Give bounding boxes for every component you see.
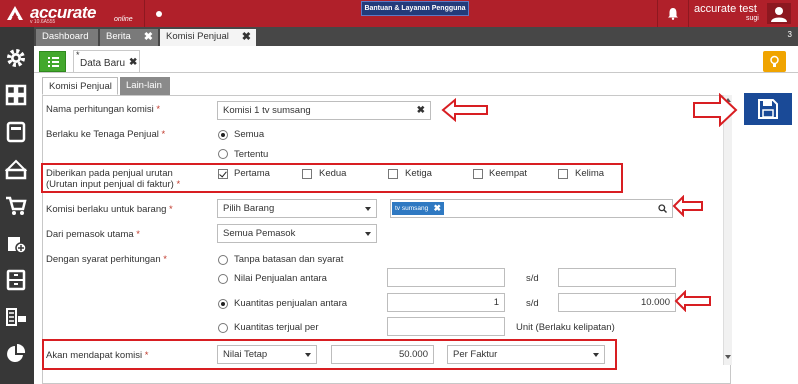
sd-label: s/d: [526, 273, 539, 284]
radio-kuantitas-penjualan[interactable]: [218, 299, 228, 309]
pemasok-label: Dari pemasok utama *: [46, 229, 140, 240]
kuantitas-to-input[interactable]: 10.000: [558, 293, 676, 312]
user-sub: sugi: [746, 15, 759, 22]
list-icon: [48, 57, 59, 67]
divider: [657, 0, 658, 27]
inventory-add-icon[interactable]: [5, 232, 27, 254]
scrollbar[interactable]: [723, 95, 732, 365]
tab-label: Berita: [106, 31, 131, 42]
top-bar: accurate online v 10.6A555 Bantuan & Lay…: [0, 0, 798, 27]
radio-tertentu[interactable]: [218, 149, 228, 159]
annotation-arrow-left: [672, 195, 703, 217]
tab-label: Komisi Penjual: [166, 31, 229, 42]
radio-label: Tertentu: [234, 149, 269, 160]
unit-label: Unit (Berlaku kelipatan): [516, 322, 615, 333]
tab-berita[interactable]: Berita ✖: [100, 29, 158, 46]
report-pie-icon[interactable]: [5, 343, 27, 365]
barang-select[interactable]: Pilih Barang: [217, 199, 377, 218]
radio-tanpa-batasan[interactable]: [218, 255, 228, 265]
barang-label: Komisi berlaku untuk barang *: [46, 204, 173, 215]
radio-label: Nilai Penjualan antara: [234, 273, 327, 284]
logo-sub-text: online: [114, 16, 133, 23]
form-panel: Nama perhitungan komisi * Komisi 1 tv su…: [41, 95, 731, 384]
dashboard-grid-icon[interactable]: [5, 84, 27, 106]
barang-select-value: Pilih Barang: [223, 203, 275, 214]
annotation-arrow-left: [441, 98, 488, 122]
subtab-lain-lain[interactable]: Lain-lain: [120, 77, 170, 95]
module-tab-bar: Dashboard Berita ✖ Komisi Penjual ✖ 3: [34, 27, 798, 46]
chevron-down-icon: [365, 207, 371, 211]
lightbulb-icon: [770, 55, 779, 67]
annotation-box: [41, 163, 623, 193]
nama-input[interactable]: Komisi 1 tv sumsang ✖: [217, 101, 431, 120]
chip-label: tv sumsang: [395, 205, 429, 212]
tab-close-icon[interactable]: ✖: [242, 29, 251, 45]
save-icon: [758, 99, 778, 119]
cash-register-icon[interactable]: [5, 158, 27, 180]
berlaku-label: Berlaku ke Tenaga Penjual *: [46, 129, 166, 140]
tab-label: Dashboard: [42, 31, 89, 42]
accurate-logo-icon: [7, 6, 23, 20]
tab-count[interactable]: 3: [788, 30, 792, 39]
annotation-box: [42, 339, 617, 370]
tips-button[interactable]: [763, 51, 786, 72]
list-view-button[interactable]: [39, 51, 66, 72]
archive-icon[interactable]: [5, 269, 27, 291]
radio-label: Kuantitas terjual per: [234, 322, 319, 333]
radio-label: Kuantitas penjualan antara: [234, 298, 348, 309]
radio-label: Semua: [234, 129, 265, 140]
divider: [688, 0, 689, 27]
barang-chip[interactable]: tv sumsang ✖: [392, 202, 444, 215]
sd-label: s/d: [526, 298, 539, 309]
tab-dashboard[interactable]: Dashboard: [36, 29, 98, 46]
pemasok-select[interactable]: Semua Pemasok: [217, 224, 377, 243]
radio-semua[interactable]: [218, 130, 228, 140]
user-name[interactable]: accurate test: [694, 3, 757, 15]
radio-label: Tanpa batasan dan syarat: [234, 254, 344, 265]
annotation-arrow-left: [674, 290, 711, 312]
status-dot-icon: [156, 11, 162, 17]
clear-icon[interactable]: ✖: [417, 102, 425, 119]
kuantitas-per-input[interactable]: [387, 317, 505, 336]
version-text: v 10.6A555: [30, 19, 56, 25]
document-close-icon[interactable]: ✖: [129, 57, 137, 68]
syarat-label: Dengan syarat perhitungan *: [46, 254, 167, 265]
user-avatar-icon[interactable]: [767, 3, 791, 24]
nama-label: Nama perhitungan komisi *: [46, 104, 161, 115]
ledger-icon[interactable]: [5, 121, 27, 143]
nilai-from-input[interactable]: [387, 268, 505, 287]
chip-remove-icon[interactable]: ✖: [433, 202, 441, 215]
bell-icon[interactable]: [667, 7, 679, 20]
nama-value: Komisi 1 tv sumsang: [223, 105, 311, 116]
save-button[interactable]: [744, 93, 792, 125]
document-tab-label: Data Baru: [80, 58, 126, 69]
chevron-down-icon: [365, 232, 371, 236]
cart-icon[interactable]: [5, 195, 27, 217]
nilai-to-input[interactable]: [558, 268, 676, 287]
radio-kuantitas-terjual[interactable]: [218, 323, 228, 333]
pemasok-select-value: Semua Pemasok: [223, 228, 296, 239]
subtab-komisi-penjual[interactable]: Komisi Penjual: [42, 77, 118, 95]
app-logo[interactable]: accurate online v 10.6A555: [6, 3, 142, 25]
tab-komisi-penjual[interactable]: Komisi Penjual ✖: [160, 29, 256, 46]
divider: [144, 0, 145, 27]
radio-nilai-penjualan[interactable]: [218, 274, 228, 284]
divider: [34, 72, 798, 73]
scroll-down-icon[interactable]: [725, 355, 731, 359]
tab-close-icon[interactable]: ✖: [144, 29, 153, 45]
unsaved-marker: *: [76, 50, 80, 60]
fixed-asset-icon[interactable]: [5, 306, 27, 328]
help-button[interactable]: Bantuan & Layanan Pengguna: [361, 1, 469, 16]
search-icon[interactable]: [658, 204, 667, 213]
document-tab[interactable]: * Data Baru ✖: [73, 50, 140, 72]
sidebar: [0, 27, 34, 384]
settings-icon[interactable]: [5, 47, 27, 69]
kuantitas-from-input[interactable]: 1: [387, 293, 505, 312]
annotation-arrow-right: [693, 93, 738, 127]
